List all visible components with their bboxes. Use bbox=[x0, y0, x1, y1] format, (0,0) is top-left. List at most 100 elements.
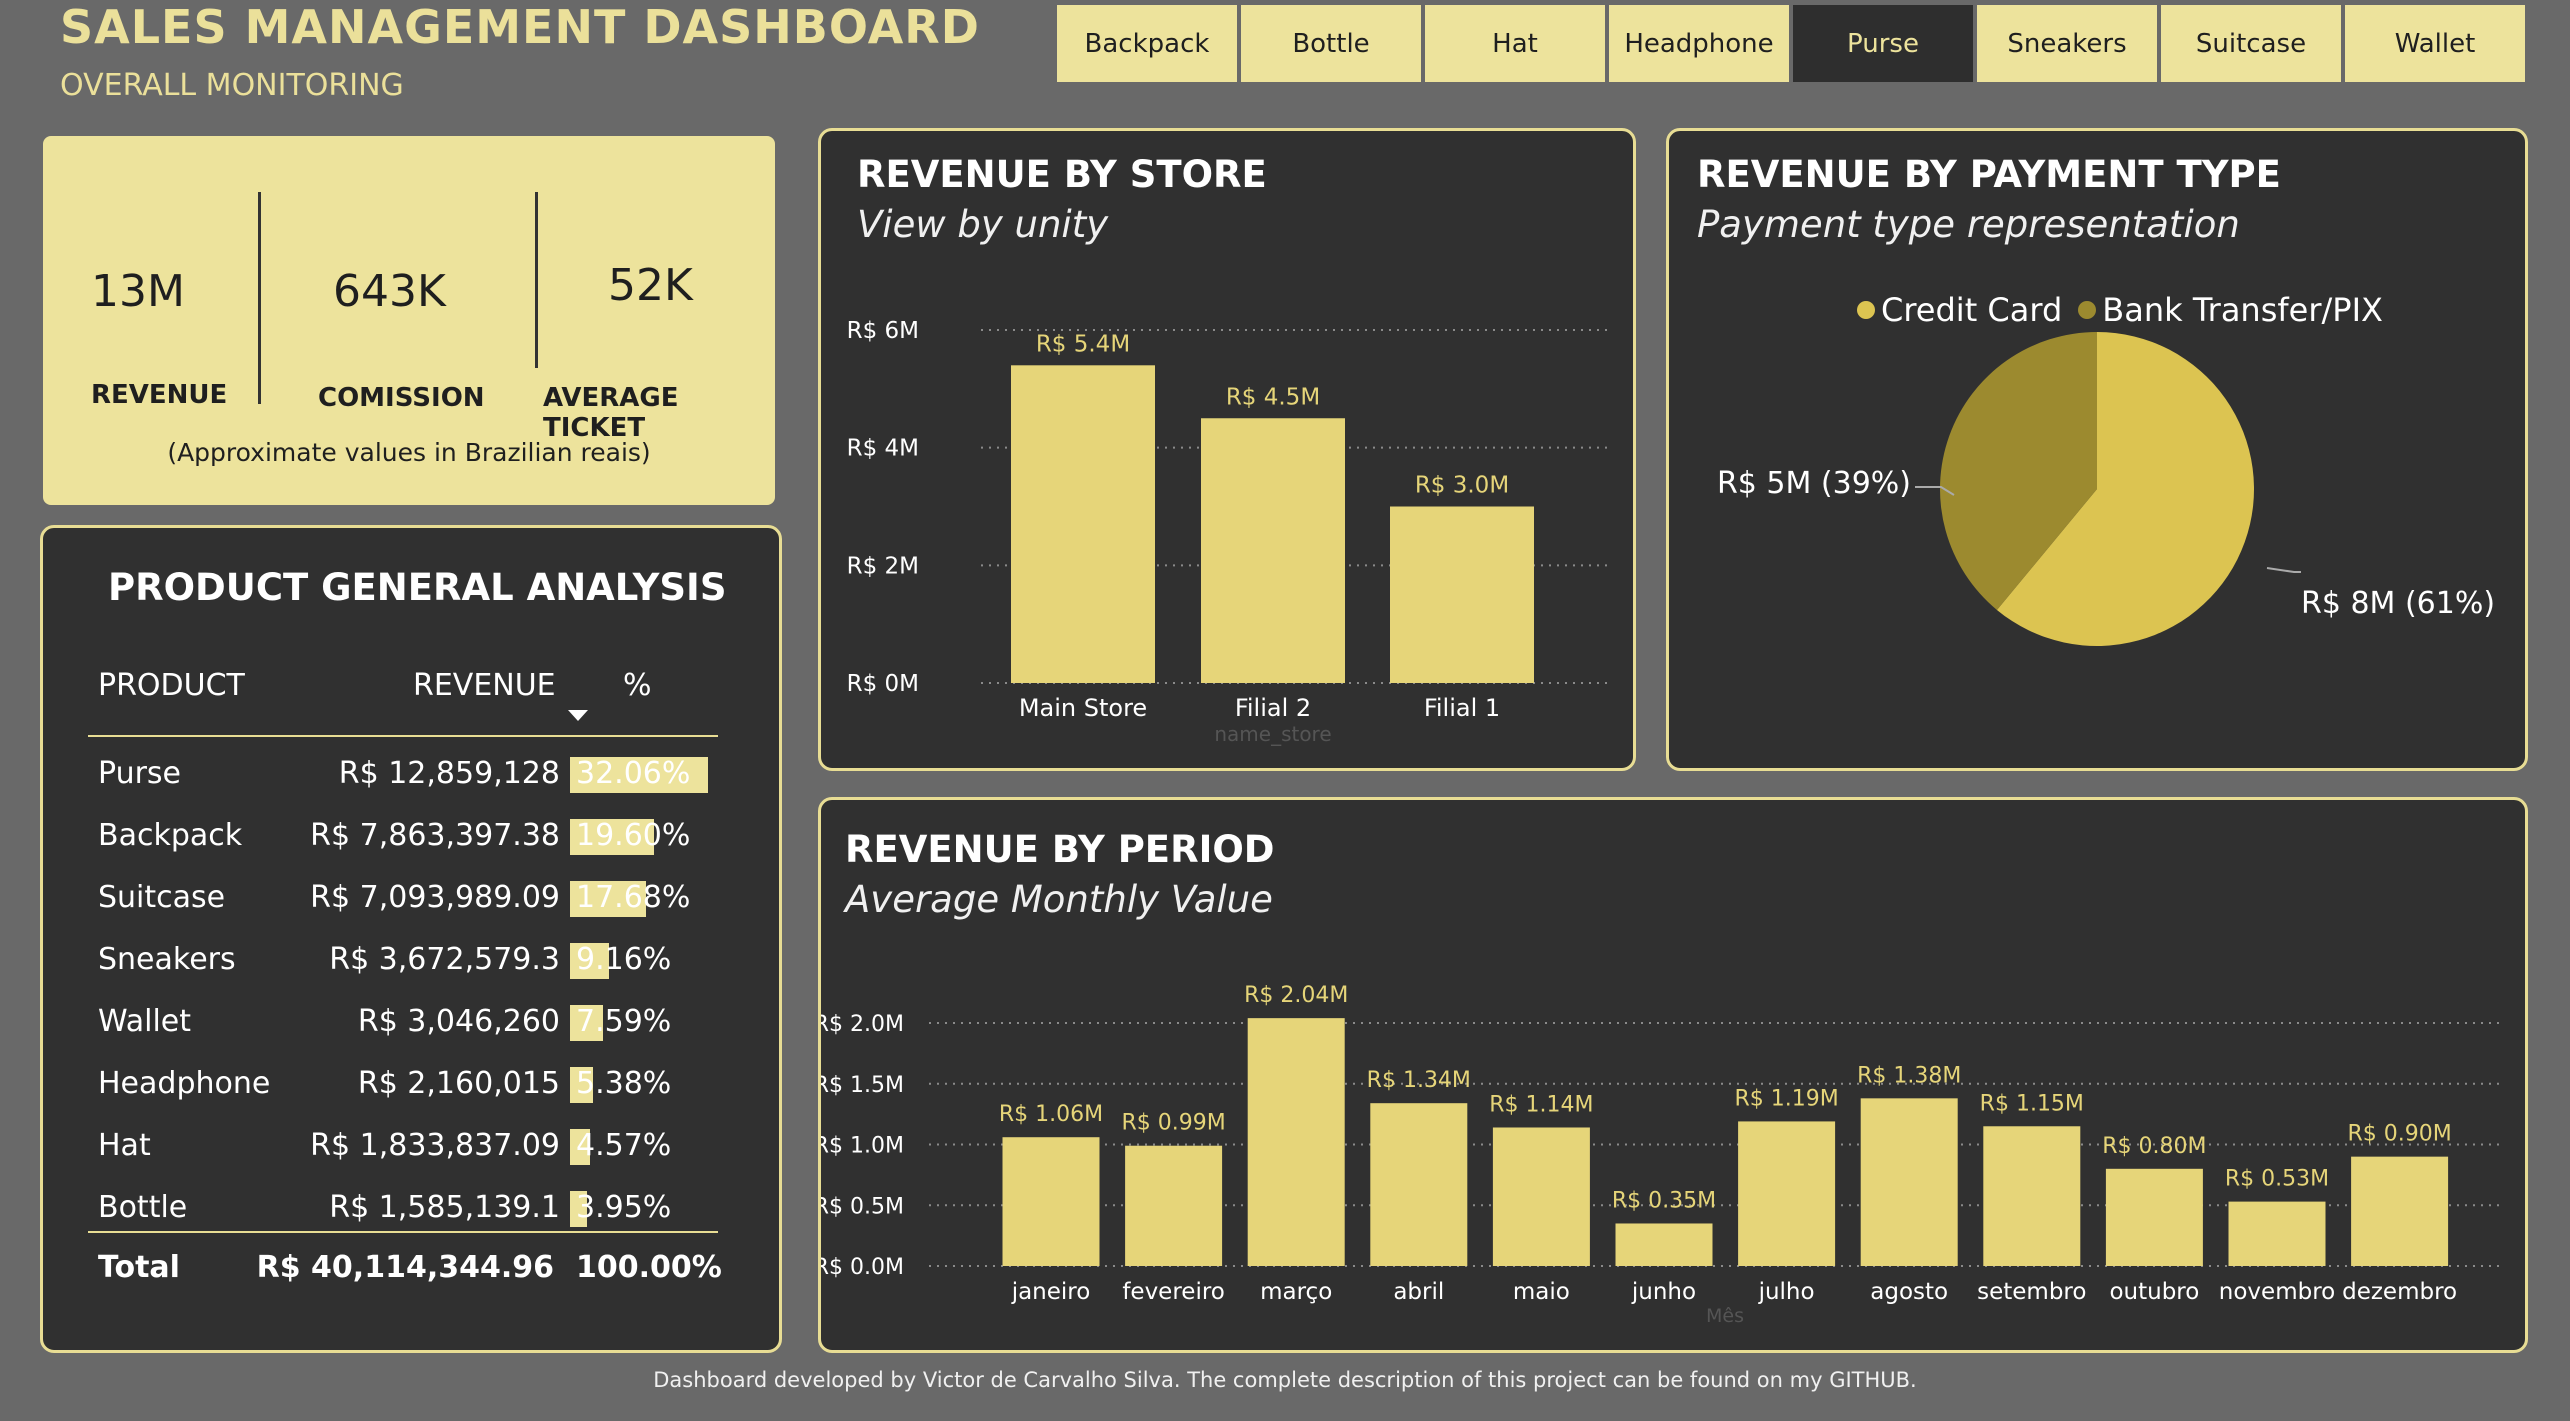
store-bar[interactable] bbox=[1390, 506, 1534, 684]
bar-data-label: R$ 0.80M bbox=[2102, 1134, 2206, 1159]
average-ticket-value: 52K bbox=[608, 260, 693, 311]
bar-data-label: R$ 1.19M bbox=[1734, 1086, 1838, 1111]
table-row[interactable]: Headphone R$ 2,160,015 5.38% bbox=[43, 1060, 785, 1110]
tab-suitcase[interactable]: Suitcase bbox=[2161, 5, 2341, 82]
tab-purse[interactable]: Purse bbox=[1793, 5, 1973, 82]
table-row[interactable]: Purse R$ 12,859,128 32.06% bbox=[43, 750, 785, 800]
x-tick-label: abril bbox=[1393, 1279, 1444, 1305]
product-revenue: R$ 2,160,015 bbox=[357, 1066, 560, 1101]
month-bar[interactable] bbox=[2351, 1156, 2449, 1266]
y-tick-label: R$ 0M bbox=[847, 671, 919, 697]
month-bar[interactable] bbox=[1125, 1145, 1223, 1266]
table-row[interactable]: Suitcase R$ 7,093,989.09 17.68% bbox=[43, 874, 785, 924]
revenue-by-store-panel: REVENUE BY STORE View by unity R$ 0M R$ 2… bbox=[818, 128, 1636, 771]
column-header-product[interactable]: PRODUCT bbox=[98, 668, 245, 703]
product-revenue: R$ 7,093,989.09 bbox=[310, 880, 560, 915]
table-row[interactable]: Bottle R$ 1,585,139.1 3.95% bbox=[43, 1184, 785, 1234]
bar-data-label: R$ 0.99M bbox=[1121, 1111, 1225, 1136]
tab-wallet[interactable]: Wallet bbox=[2345, 5, 2525, 82]
x-tick-label: janeiro bbox=[1011, 1279, 1091, 1305]
bar-data-label: R$ 1.15M bbox=[1980, 1091, 2084, 1116]
header-divider bbox=[88, 735, 718, 737]
product-revenue: R$ 3,046,260 bbox=[357, 1004, 560, 1039]
leader-line bbox=[2266, 567, 2301, 573]
store-bar[interactable] bbox=[1011, 365, 1155, 683]
bar-data-label: R$ 1.14M bbox=[1489, 1092, 1593, 1117]
y-tick-label: R$ 2.0M bbox=[821, 1012, 904, 1037]
kpi-note: (Approximate values in Brazilian reais) bbox=[167, 438, 651, 467]
x-tick-label: outubro bbox=[2109, 1279, 2199, 1305]
product-revenue: R$ 7,863,397.38 bbox=[310, 818, 560, 853]
product-revenue: R$ 3,672,579.3 bbox=[329, 942, 560, 977]
month-bar[interactable] bbox=[1615, 1223, 1713, 1266]
month-bar[interactable] bbox=[1860, 1098, 1958, 1266]
x-tick-label: março bbox=[1260, 1279, 1332, 1305]
x-tick-label: julho bbox=[1758, 1279, 1815, 1305]
product-name: Suitcase bbox=[98, 880, 226, 915]
x-axis-title: name_store bbox=[1214, 722, 1331, 746]
bar-data-label: R$ 3.0M bbox=[1415, 473, 1509, 499]
bar-data-label: R$ 1.34M bbox=[1367, 1068, 1471, 1093]
y-tick-label: R$ 1.0M bbox=[821, 1134, 904, 1159]
x-tick-label: setembro bbox=[1977, 1279, 2086, 1305]
store-bar-chart: R$ 0M R$ 2M R$ 4M R$ 6M R$ 5.4M Main Store R$ … bbox=[847, 318, 1613, 746]
product-revenue: R$ 12,859,128 bbox=[338, 756, 560, 791]
tab-bottle[interactable]: Bottle bbox=[1241, 5, 1421, 82]
bar-data-label: R$ 2.04M bbox=[1244, 983, 1348, 1008]
y-tick-label: R$ 2M bbox=[847, 553, 919, 579]
product-percent: 5.38% bbox=[576, 1066, 672, 1101]
bar-data-label: R$ 1.38M bbox=[1857, 1063, 1961, 1088]
table-row[interactable]: Wallet R$ 3,046,260 7.59% bbox=[43, 998, 785, 1048]
y-tick-label: R$ 1.5M bbox=[821, 1073, 904, 1098]
slice-data-label: R$ 5M (39%) bbox=[1717, 466, 1911, 501]
kpi-divider bbox=[535, 192, 538, 368]
month-bar[interactable] bbox=[1002, 1137, 1100, 1266]
x-axis-title: Mês bbox=[1706, 1305, 1744, 1327]
month-bar[interactable] bbox=[1983, 1126, 2081, 1266]
y-tick-label: R$ 0.0M bbox=[821, 1255, 904, 1280]
product-name: Headphone bbox=[98, 1066, 271, 1101]
bar-data-label: R$ 0.90M bbox=[2347, 1122, 2451, 1147]
tab-headphone[interactable]: Headphone bbox=[1609, 5, 1789, 82]
average-ticket-label: AVERAGE TICKET bbox=[543, 383, 679, 443]
product-name: Purse bbox=[98, 756, 181, 791]
product-analysis-title: PRODUCT GENERAL ANALYSIS bbox=[108, 566, 727, 609]
bar-data-label: R$ 5.4M bbox=[1036, 331, 1130, 357]
product-revenue: R$ 1,833,837.09 bbox=[310, 1128, 560, 1163]
y-tick-label: R$ 0.5M bbox=[821, 1194, 904, 1219]
product-percent: 19.60% bbox=[576, 818, 691, 853]
sort-desc-icon[interactable] bbox=[568, 710, 588, 721]
product-percent: 17.68% bbox=[576, 880, 691, 915]
product-name: Wallet bbox=[98, 1004, 192, 1039]
tab-hat[interactable]: Hat bbox=[1425, 5, 1605, 82]
table-row[interactable]: Backpack R$ 7,863,397.38 19.60% bbox=[43, 812, 785, 862]
month-bar[interactable] bbox=[2228, 1201, 2326, 1266]
x-tick-label: Filial 1 bbox=[1424, 694, 1500, 722]
product-revenue: R$ 1,585,139.1 bbox=[329, 1190, 560, 1225]
x-tick-label: Filial 2 bbox=[1235, 694, 1311, 722]
column-header-revenue[interactable]: REVENUE bbox=[413, 668, 556, 703]
y-tick-label: R$ 6M bbox=[847, 318, 919, 344]
month-bar[interactable] bbox=[1247, 1018, 1345, 1266]
x-tick-label: fevereiro bbox=[1122, 1279, 1225, 1305]
bar-data-label: R$ 1.06M bbox=[999, 1102, 1103, 1127]
month-bar[interactable] bbox=[1370, 1103, 1468, 1266]
product-name: Sneakers bbox=[98, 942, 236, 977]
column-header-percent[interactable]: % bbox=[623, 668, 652, 703]
table-row[interactable]: Sneakers R$ 3,672,579.3 9.16% bbox=[43, 936, 785, 986]
tab-sneakers[interactable]: Sneakers bbox=[1977, 5, 2157, 82]
month-bar[interactable] bbox=[1492, 1127, 1590, 1266]
month-bar[interactable] bbox=[2105, 1168, 2203, 1266]
x-tick-label: agosto bbox=[1870, 1279, 1948, 1305]
month-bar[interactable] bbox=[1738, 1121, 1836, 1266]
store-bar[interactable] bbox=[1201, 418, 1345, 683]
table-row[interactable]: Hat R$ 1,833,837.09 4.57% bbox=[43, 1122, 785, 1172]
product-name: Backpack bbox=[98, 818, 243, 853]
revenue-by-period-panel: REVENUE BY PERIOD Average Monthly Value … bbox=[818, 797, 2528, 1353]
tab-backpack[interactable]: Backpack bbox=[1057, 5, 1237, 82]
product-filter-tabs: Backpack Bottle Hat Headphone Purse Snea… bbox=[1057, 5, 2525, 82]
product-percent: 32.06% bbox=[576, 756, 691, 791]
product-name: Bottle bbox=[98, 1190, 188, 1225]
product-percent: 9.16% bbox=[576, 942, 672, 977]
slice-data-label: R$ 8M (61%) bbox=[2301, 586, 2495, 621]
